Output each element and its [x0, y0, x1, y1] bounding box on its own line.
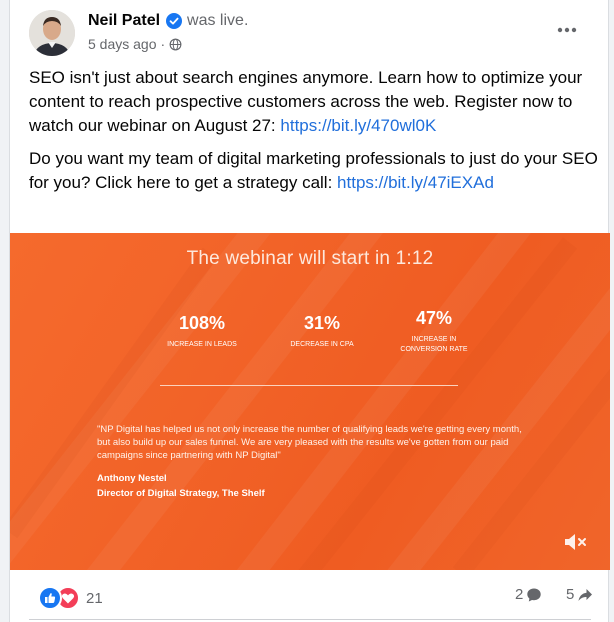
speaker-muted-icon[interactable] [563, 531, 589, 553]
stat-value: 31% [303, 313, 341, 333]
reaction-count: 21 [86, 589, 103, 607]
live-video[interactable]: The webinar will start in 1:12 108% INCR… [10, 233, 610, 570]
testimonial-name: Anthony Nestel [97, 473, 167, 484]
post-card: Neil Patel was live. 5 days ago · SEO is… [9, 0, 610, 622]
video-divider [160, 385, 458, 386]
stat-cpa: 31% DECREASE IN CPA [272, 313, 372, 350]
video-background-texture [10, 233, 610, 570]
more-options-button[interactable] [550, 16, 584, 44]
globe-icon [169, 38, 182, 50]
comment-count: 2 [515, 586, 524, 603]
stat-label: DECREASE IN CPA [290, 341, 354, 348]
stat-label: INCREASE IN LEADS [167, 341, 237, 348]
stat-label: INCREASE IN CONVERSION RATE [400, 336, 468, 353]
testimonial-role: Director of Digital Strategy, The Shelf [97, 488, 265, 499]
stat-leads: 108% INCREASE IN LEADS [152, 313, 252, 350]
like-reaction-icon [38, 586, 62, 610]
timestamp[interactable]: 5 days ago [88, 36, 157, 52]
ellipsis-icon [557, 27, 577, 33]
verified-badge-icon [166, 13, 183, 29]
author-photo [29, 10, 75, 56]
testimonial-quote: "NP Digital has helped us not only incre… [97, 424, 522, 461]
webinar-link[interactable]: https://bit.ly/470wl0K [280, 116, 436, 135]
author-line: Neil Patel was live. [88, 12, 248, 30]
footer-divider [29, 619, 591, 620]
share-count-button[interactable]: 5 [566, 586, 593, 603]
author-name[interactable]: Neil Patel [88, 12, 160, 30]
stat-conversion: 47% INCREASE IN CONVERSION RATE [392, 308, 476, 355]
post-meta: 5 days ago · [88, 36, 182, 52]
strategy-call-link[interactable]: https://bit.ly/47iEXAd [337, 173, 494, 192]
comment-count-button[interactable]: 2 [515, 586, 542, 603]
stat-value: 108% [178, 313, 226, 333]
avatar[interactable] [29, 10, 75, 56]
share-icon [578, 588, 593, 601]
post-text-paragraph-1: SEO isn't just about search engines anym… [29, 66, 599, 138]
meta-separator: · [160, 36, 166, 52]
stat-value: 47% [415, 308, 453, 328]
share-count: 5 [566, 586, 575, 603]
comment-icon [527, 588, 542, 601]
webinar-countdown: The webinar will start in 1:12 [186, 248, 434, 269]
post-text-2: Do you want my team of digital marketing… [29, 149, 598, 192]
reactions-summary[interactable]: 21 [38, 586, 103, 610]
post-text-paragraph-2: Do you want my team of digital marketing… [29, 147, 599, 195]
action-text: was live. [187, 12, 249, 29]
